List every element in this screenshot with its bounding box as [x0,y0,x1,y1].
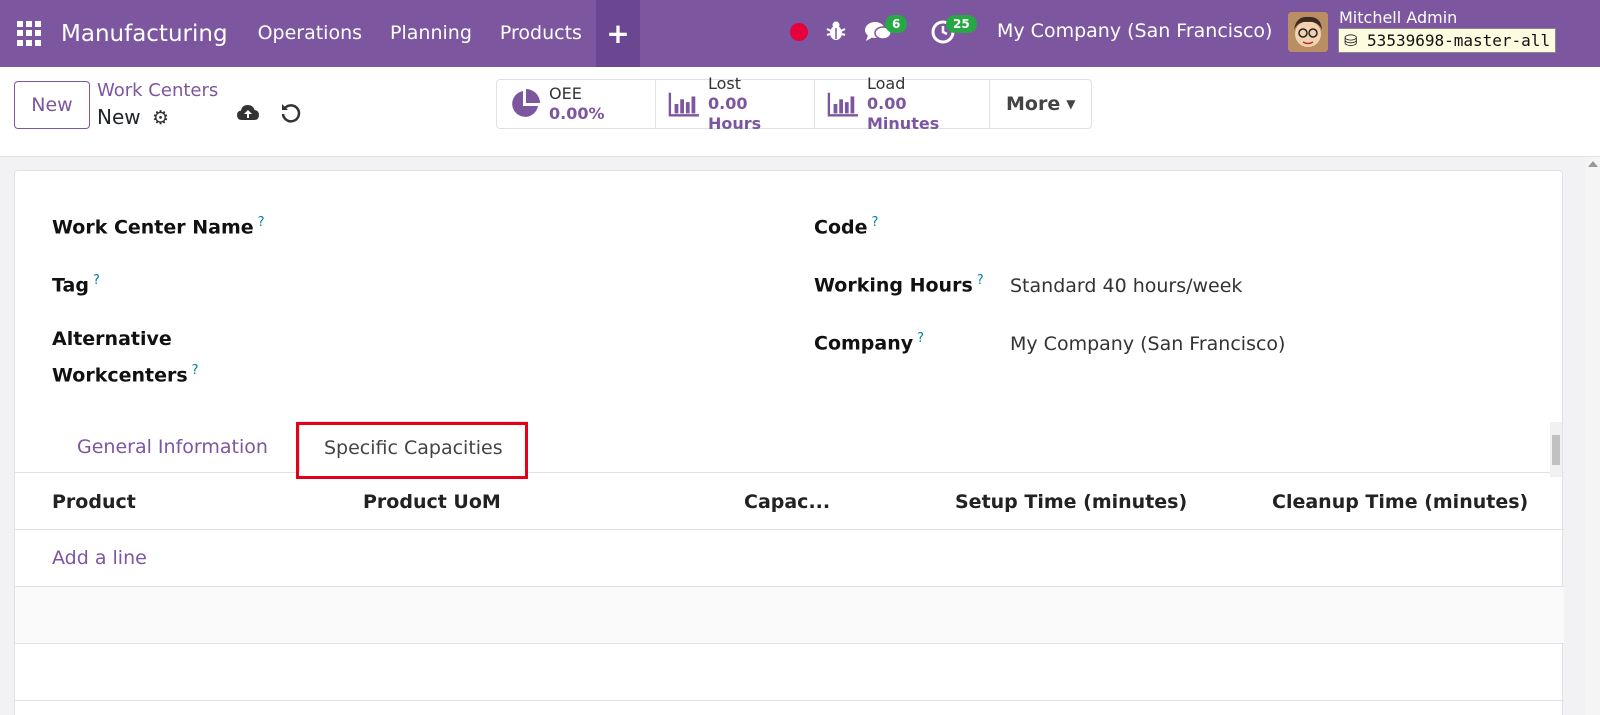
discard-undo-icon[interactable] [280,102,302,130]
pie-chart-icon [509,88,541,120]
more-label: More [1006,93,1061,115]
notebook-tabs: General Information Specific Capacities [15,421,1564,473]
company-label: Company? [814,331,925,355]
add-a-line-link[interactable]: Add a line [52,530,147,587]
breadcrumb-work-centers[interactable]: Work Centers [97,80,218,101]
menu-products[interactable]: Products [486,0,596,67]
tabs-scroll-thumb[interactable] [1552,435,1560,465]
company-field[interactable]: My Company (San Francisco) [1010,333,1285,355]
table-row: Add a line [15,530,1564,587]
help-icon[interactable]: ? [93,273,100,288]
alternative-workcenters-label: Alternative Workcenters? [52,328,199,387]
new-button[interactable]: New [14,81,90,129]
bug-icon[interactable] [824,19,850,45]
recording-dot-icon[interactable] [790,23,808,41]
table-row [15,587,1564,644]
code-label: Code? [814,215,879,239]
top-navbar: Manufacturing Operations Planning Produc… [0,0,1600,67]
apps-menu-icon[interactable] [17,20,43,47]
messages-badge: 6 [885,15,908,33]
save-cloud-icon[interactable] [236,103,260,128]
oee-value: 0.00% [549,104,605,123]
user-name[interactable]: Mitchell Admin [1339,8,1457,27]
company-switcher[interactable]: My Company (San Francisco) [997,20,1272,42]
oee-label: OEE [549,84,582,103]
caret-down-icon: ▼ [1066,97,1076,111]
working-hours-field[interactable]: Standard 40 hours/week [1010,275,1242,297]
lost-label: Lost [708,74,742,93]
breadcrumb-current: New [97,105,141,129]
menu-operations[interactable]: Operations [244,0,376,67]
load-value: 0.00 Minutes [867,94,940,133]
load-label: Load [867,74,906,93]
column-header-setup-time[interactable]: Setup Time (minutes) [955,474,1187,530]
smart-buttons: OEE 0.00% Lost 0.00 Hours Load 0.00 Minu… [496,74,1093,133]
help-icon[interactable]: ? [258,215,265,230]
lost-stat-button[interactable]: Lost 0.00 Hours [656,74,815,133]
column-header-capacity[interactable]: Capac... [744,474,830,530]
activities-badge: 25 [946,15,977,33]
control-panel: New Work Centers New ⚙ OEE 0.00% Lost 0.… [0,67,1600,157]
help-icon[interactable]: ? [917,331,924,346]
tabs-scrollbar[interactable] [1550,422,1562,477]
database-name: 53539698-master-all [1367,31,1551,50]
bar-chart-icon [827,88,859,120]
tab-general-information[interactable]: General Information [53,421,292,473]
user-avatar[interactable] [1288,12,1328,52]
quick-create-button[interactable]: + [595,0,640,67]
help-icon[interactable]: ? [977,273,984,288]
lost-value: 0.00 Hours [708,94,762,133]
table-row [15,644,1564,701]
menu-planning[interactable]: Planning [376,0,486,67]
highlight-box [296,422,528,479]
main-menu: Operations Planning Products [244,0,596,67]
help-icon[interactable]: ? [192,363,199,378]
tag-label: Tag? [52,273,100,297]
table-header: Product Product UoM Capac... Setup Time … [15,474,1564,530]
working-hours-label: Working Hours? [814,273,984,297]
bar-chart-icon [668,88,700,120]
database-icon: ⛁ [1344,31,1358,50]
oee-stat-button[interactable]: OEE 0.00% [497,80,656,128]
help-icon[interactable]: ? [871,215,878,230]
form-sheet: Work Center Name? Tag? Alternative Workc… [14,170,1564,715]
database-name-badge: ⛁ 53539698-master-all [1338,28,1557,53]
column-header-cleanup-time[interactable]: Cleanup Time (minutes) [1272,474,1528,530]
load-stat-button[interactable]: Load 0.00 Minutes [815,74,990,133]
page-scrollbar[interactable] [1585,157,1600,715]
column-header-product-uom[interactable]: Product UoM [363,474,501,530]
more-dropdown-button[interactable]: More ▼ [990,80,1091,128]
scroll-up-arrow-icon[interactable] [1588,161,1598,167]
app-brand[interactable]: Manufacturing [61,21,228,47]
column-header-product[interactable]: Product [52,474,136,530]
work-center-name-label: Work Center Name? [52,215,265,239]
gear-icon[interactable]: ⚙ [152,107,169,129]
